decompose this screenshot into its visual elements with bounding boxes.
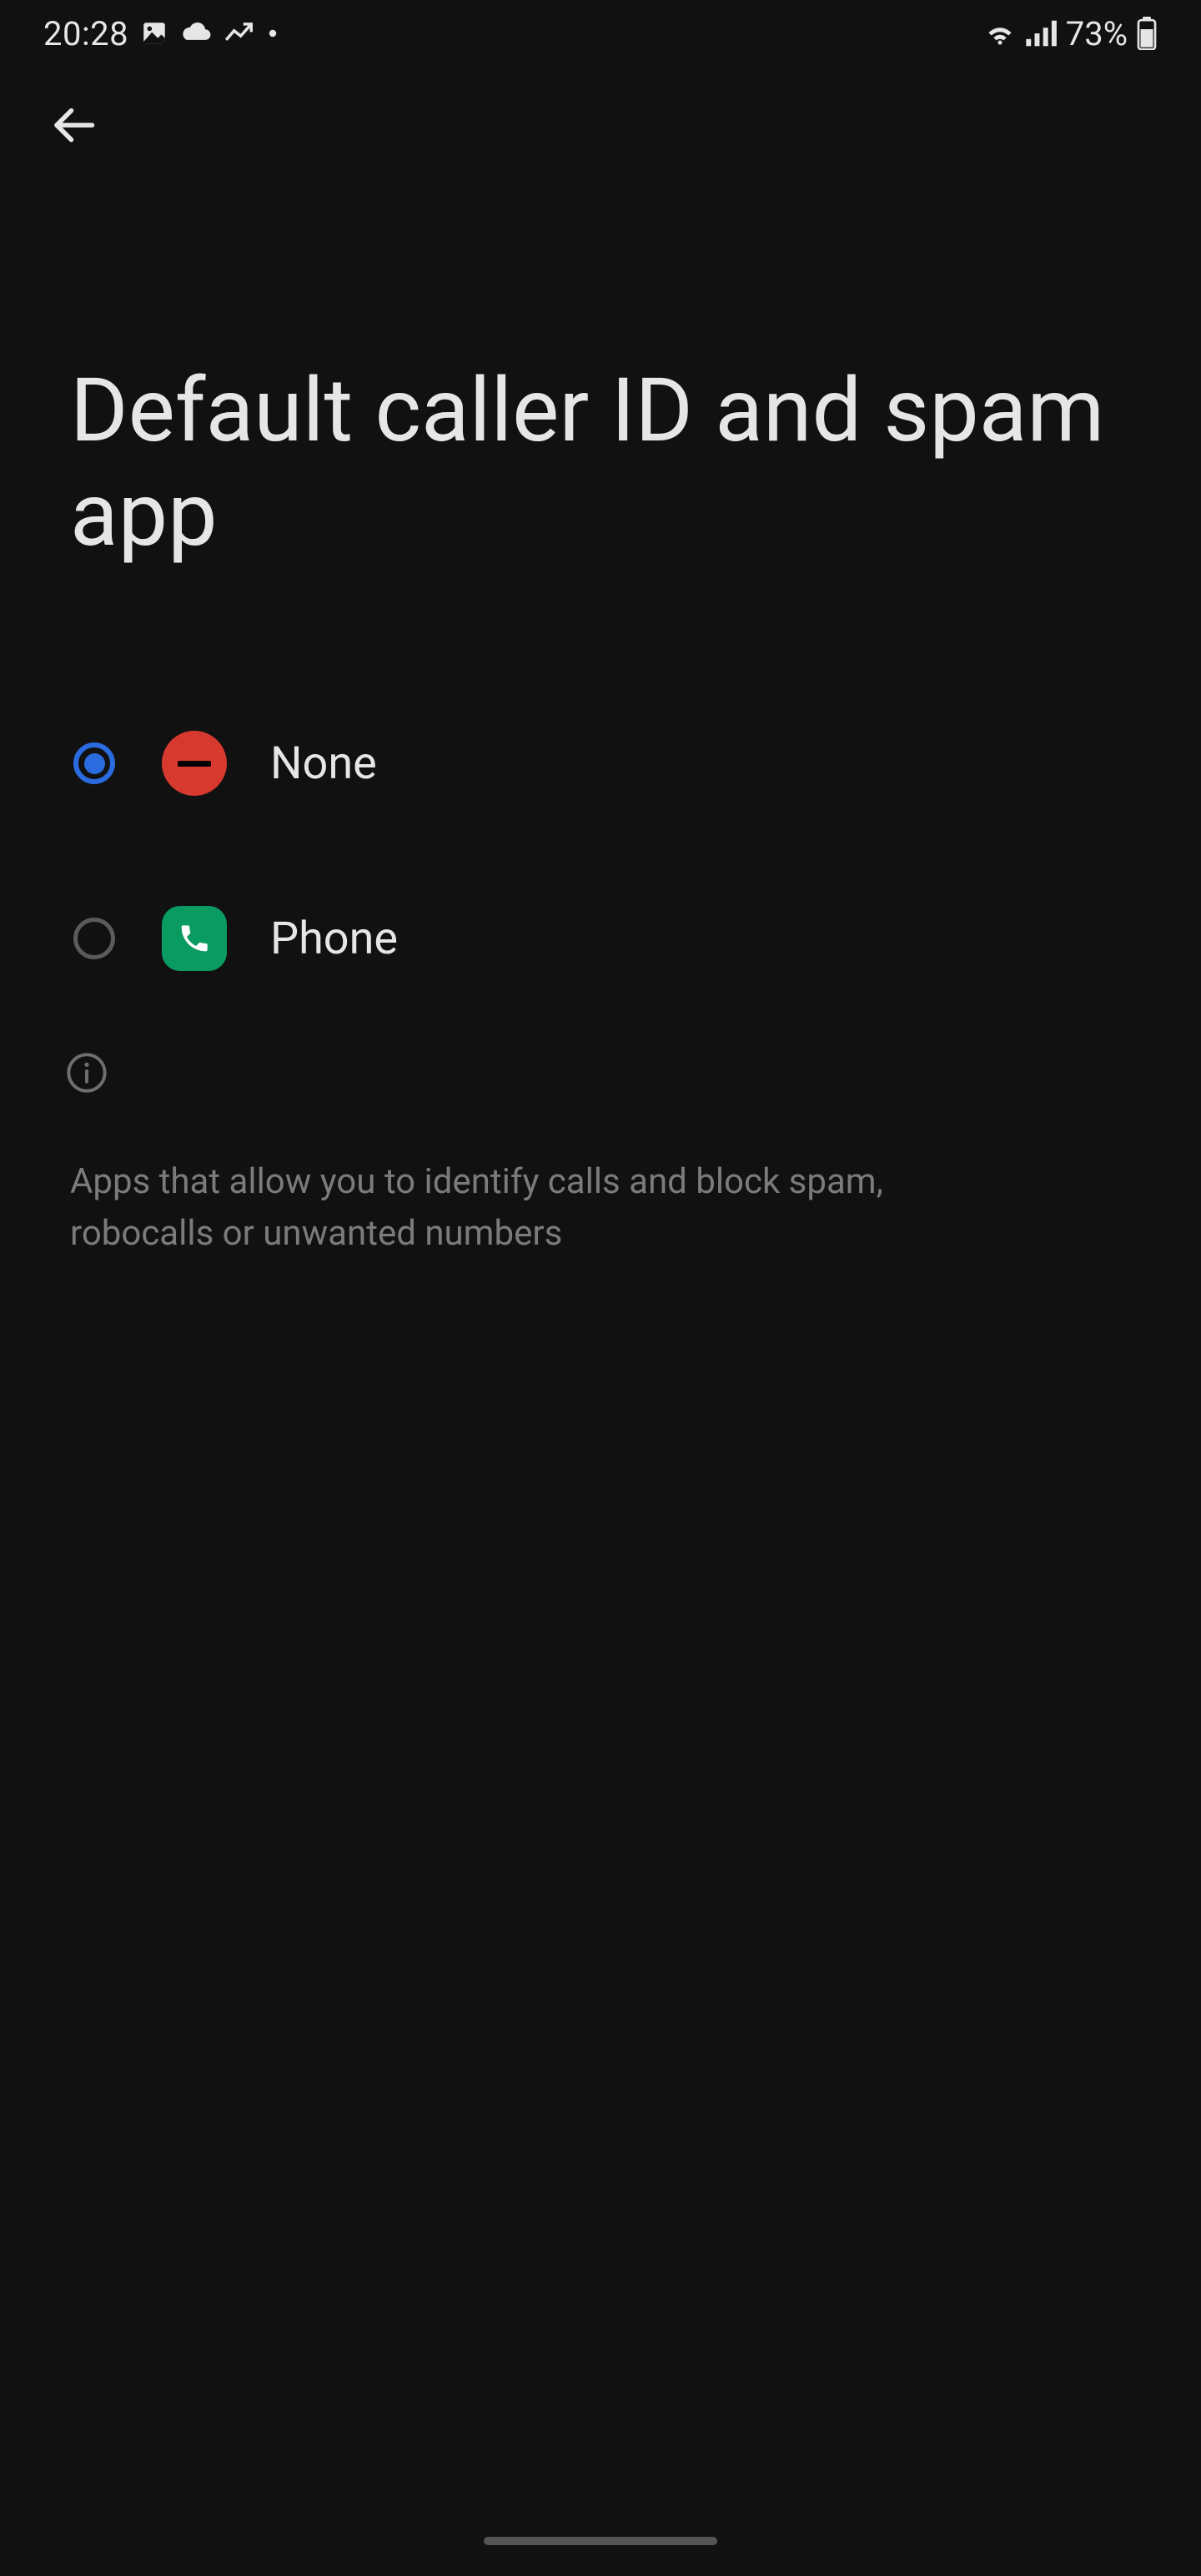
- battery-icon: [1136, 17, 1158, 50]
- page-title: Default caller ID and spam app: [0, 184, 1201, 567]
- option-label: None: [270, 737, 377, 790]
- options-list: None Phone: [0, 567, 1201, 1026]
- picture-icon: [140, 19, 168, 48]
- status-right-group: 73%: [982, 14, 1158, 53]
- cellular-icon: [1026, 19, 1058, 48]
- radio-wrap: [65, 918, 123, 959]
- status-time: 20:28: [43, 14, 128, 53]
- arrow-left-icon: [48, 100, 98, 150]
- info-icon-row: [0, 1026, 1201, 1098]
- status-left-group: 20:28: [43, 14, 279, 53]
- option-phone[interactable]: Phone: [50, 851, 1151, 1026]
- info-icon: [65, 1051, 108, 1094]
- none-icon: [162, 731, 227, 796]
- trending-icon: [224, 19, 255, 48]
- dot-icon: [267, 28, 279, 39]
- status-bar: 20:28 73%: [0, 0, 1201, 67]
- option-none[interactable]: None: [50, 676, 1151, 851]
- wifi-icon: [982, 19, 1018, 48]
- option-label: Phone: [270, 913, 398, 965]
- app-bar: [0, 67, 1201, 184]
- cloud-icon: [180, 19, 212, 48]
- radio-selected-icon: [73, 742, 115, 784]
- radio-unselected-icon: [73, 918, 115, 959]
- navigation-bar: [0, 2524, 1201, 2558]
- radio-wrap: [65, 742, 123, 784]
- battery-text: 73%: [1066, 14, 1128, 53]
- back-button[interactable]: [33, 85, 113, 165]
- phone-app-icon: [162, 906, 227, 971]
- app-icon-wrap: [157, 906, 232, 971]
- app-icon-wrap: [157, 731, 232, 796]
- home-handle[interactable]: [484, 2537, 717, 2545]
- description-text: Apps that allow you to identify calls an…: [0, 1098, 1068, 1260]
